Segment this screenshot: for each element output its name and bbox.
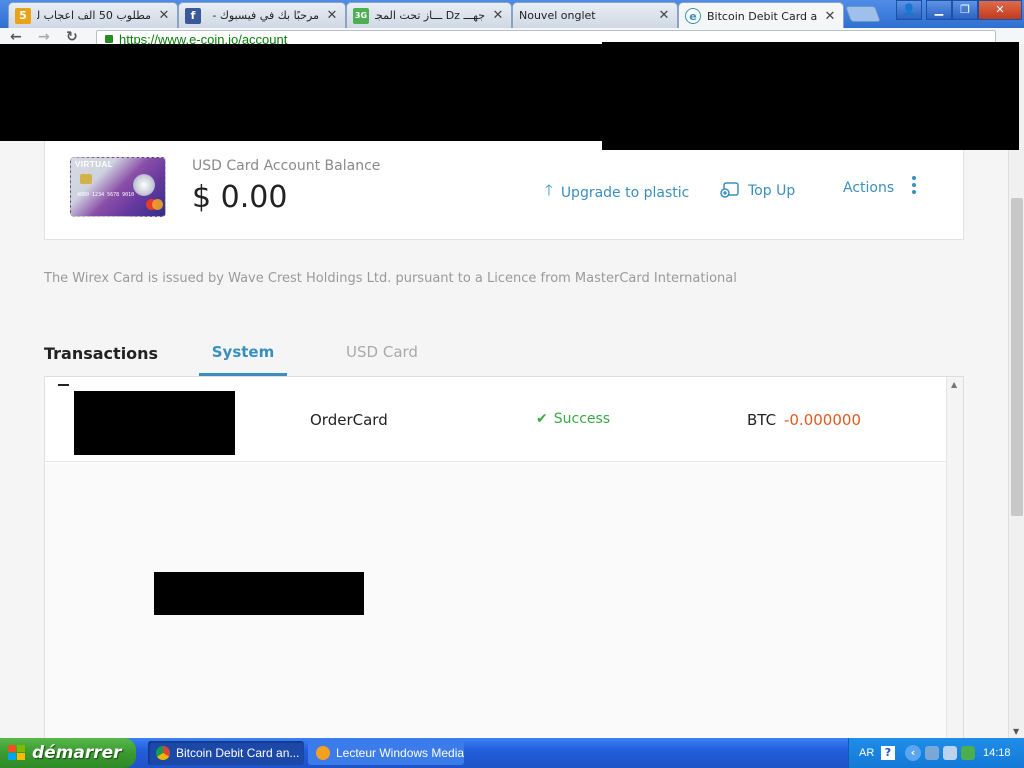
- tray-app-icon[interactable]: [925, 746, 939, 760]
- browser-tab-4[interactable]: Nouvel onglet ✕: [512, 2, 678, 28]
- taskbar-item-media-player[interactable]: Lecteur Windows Media: [308, 741, 464, 765]
- tab-favicon-icon: e: [685, 8, 701, 24]
- more-options-icon[interactable]: [911, 176, 917, 198]
- lock-icon: [105, 35, 113, 43]
- show-hidden-icons-icon[interactable]: ‹: [905, 745, 921, 761]
- redacted-header-right: [602, 42, 1019, 150]
- window-close-button[interactable]: ✕: [978, 0, 1022, 20]
- browser-tab-strip: 5 مطلوب 50 الف اعجاب لـ ✕ f مرحبًا بك في…: [0, 0, 1024, 29]
- windows-logo-icon: [8, 745, 26, 761]
- balance-value: $ 0.00: [192, 180, 288, 215]
- card-virtual-badge: VIRTUAL: [75, 160, 114, 169]
- reload-icon[interactable]: ↻: [66, 30, 78, 44]
- tab-usd-card[interactable]: USD Card: [330, 343, 434, 361]
- wallet-plus-icon: [720, 180, 740, 202]
- security-shield-icon[interactable]: [961, 746, 975, 760]
- restore-button[interactable]: ❐: [952, 0, 978, 20]
- tab-favicon-icon: f: [185, 7, 201, 24]
- media-player-icon: [316, 746, 330, 760]
- close-tab-icon[interactable]: ✕: [325, 8, 339, 23]
- system-clock: 14:18: [983, 747, 1011, 759]
- page-scrollbar-thumb[interactable]: [1011, 198, 1023, 516]
- close-tab-icon[interactable]: ✕: [491, 8, 505, 23]
- help-icon[interactable]: ?: [881, 746, 895, 760]
- actions-label: Actions: [843, 180, 895, 196]
- scroll-up-arrow-icon[interactable]: ▲: [951, 380, 957, 389]
- redacted-transaction-date: [74, 391, 235, 455]
- browser-tab-2[interactable]: f مرحبًا بك في فيسبوك - ✕: [178, 2, 346, 28]
- card-chip-icon: [80, 174, 92, 184]
- transaction-type: OrderCard: [310, 411, 388, 429]
- start-button[interactable]: démarrer: [0, 738, 136, 768]
- card-number: 4000 1234 5678 9010: [77, 192, 135, 198]
- card-emblem-icon: [133, 174, 155, 196]
- taskbar-item-chrome[interactable]: Bitcoin Debit Card an...: [148, 741, 304, 765]
- card-issuer-disclaimer: The Wirex Card is issued by Wave Crest H…: [44, 271, 737, 286]
- scroll-down-arrow-icon[interactable]: ▼: [1013, 727, 1019, 736]
- chrome-icon: [156, 746, 170, 760]
- tab-title: Bitcoin Debit Card and: [707, 9, 817, 23]
- tab-favicon-icon: 5: [15, 7, 31, 24]
- actions-menu-button[interactable]: Actions: [843, 180, 894, 196]
- windows-taskbar: démarrer Bitcoin Debit Card an... Lecteu…: [0, 738, 1024, 768]
- minimize-button[interactable]: ▁: [926, 0, 952, 20]
- url-text: https://www.e-coin.io/account: [119, 32, 288, 44]
- arrow-up-icon: 🡑: [545, 181, 553, 199]
- system-tray: AR ? ‹ 14:18: [848, 738, 1024, 768]
- card-balance-panel: VIRTUAL 4000 1234 5678 9010 USD Card Acc…: [44, 140, 964, 240]
- transaction-currency: BTC: [747, 411, 777, 429]
- balance-label: USD Card Account Balance: [192, 158, 381, 174]
- status-label: Success: [553, 411, 611, 427]
- browser-tab-3[interactable]: 3G جهـــ Dz ـــاز تحت المجـ ✕: [346, 2, 512, 28]
- mastercard-logo-icon: [152, 199, 163, 210]
- tab-title: مرحبًا بك في فيسبوك -: [212, 9, 319, 22]
- close-tab-icon[interactable]: ✕: [657, 8, 671, 23]
- checkmark-icon: ✔: [536, 411, 548, 427]
- network-icon[interactable]: [943, 746, 957, 760]
- start-label: démarrer: [32, 743, 122, 763]
- taskbar-item-label: Lecteur Windows Media: [336, 746, 464, 760]
- upgrade-label: Upgrade to plastic: [560, 184, 690, 201]
- wallet-plus-icon-svg: [720, 182, 739, 198]
- transactions-scrollbar[interactable]: ▲: [946, 377, 963, 738]
- browser-tab-1[interactable]: 5 مطلوب 50 الف اعجاب لـ ✕: [8, 2, 178, 28]
- virtual-card-image: VIRTUAL 4000 1234 5678 9010: [70, 157, 166, 217]
- tab-favicon-icon: 3G: [353, 7, 369, 24]
- tab-system[interactable]: System: [199, 343, 287, 361]
- transaction-amount: -0.000000: [784, 411, 861, 429]
- transactions-heading: Transactions: [44, 344, 159, 363]
- user-profile-icon[interactable]: 👤: [896, 0, 922, 20]
- top-up-button[interactable]: Top Up: [720, 180, 795, 202]
- collapse-icon[interactable]: [58, 384, 69, 386]
- taskbar-item-label: Bitcoin Debit Card an...: [176, 746, 300, 760]
- upgrade-to-plastic-button[interactable]: 🡑 Upgrade to plastic: [545, 180, 689, 205]
- back-arrow-icon[interactable]: ←: [10, 30, 22, 44]
- tab-title: مطلوب 50 الف اعجاب لـ: [37, 9, 151, 22]
- tab-title: Nouvel onglet: [519, 9, 596, 22]
- redacted-transaction-detail: [154, 572, 364, 615]
- forward-arrow-icon[interactable]: →: [38, 30, 50, 44]
- tab-title: جهـــ Dz ـــاز تحت المجـ: [375, 9, 485, 22]
- transaction-status: ✔ Success: [536, 411, 610, 427]
- top-up-label: Top Up: [748, 183, 796, 199]
- language-indicator[interactable]: AR: [859, 738, 874, 768]
- browser-tab-active[interactable]: e Bitcoin Debit Card and ✕: [678, 2, 844, 29]
- close-tab-icon[interactable]: ✕: [823, 9, 837, 24]
- new-tab-button[interactable]: [845, 6, 881, 22]
- close-tab-icon[interactable]: ✕: [157, 8, 171, 23]
